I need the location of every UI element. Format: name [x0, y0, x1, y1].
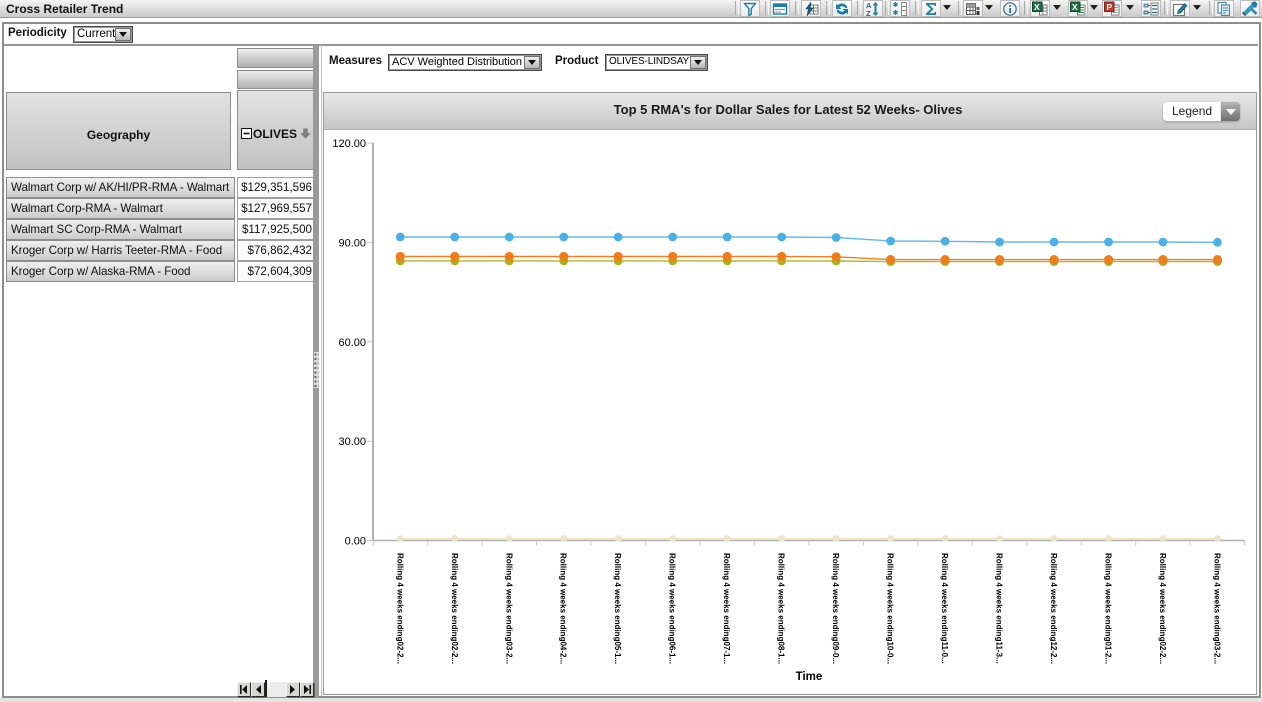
svg-text:120.00: 120.00 [332, 138, 366, 150]
svg-text:Rolling 4 weeks ending02-2...: Rolling 4 weeks ending02-2... [395, 553, 404, 664]
svg-text:Rolling 4 weeks ending05-1...: Rolling 4 weeks ending05-1... [613, 553, 622, 664]
svg-text:Rolling 4 weeks ending04-2...: Rolling 4 weeks ending04-2... [559, 553, 568, 664]
svg-text:Rolling 4 weeks ending08-1...: Rolling 4 weeks ending08-1... [777, 553, 786, 664]
svg-text:Rolling 4 weeks ending07-1...: Rolling 4 weeks ending07-1... [722, 553, 731, 664]
svg-text:Rolling 4 weeks ending11-3...: Rolling 4 weeks ending11-3... [995, 553, 1004, 664]
svg-text:Rolling 4 weeks ending03-2...: Rolling 4 weeks ending03-2... [504, 553, 513, 664]
svg-text:Rolling 4 weeks ending03-2...: Rolling 4 weeks ending03-2... [1213, 553, 1222, 664]
svg-text:X: X [1034, 2, 1040, 12]
svg-text:Rolling 4 weeks ending10-0...: Rolling 4 weeks ending10-0... [886, 553, 895, 664]
svg-text:Rolling 4 weeks ending02-2...: Rolling 4 weeks ending02-2... [1158, 553, 1167, 664]
svg-text:Rolling 4 weeks ending09-0...: Rolling 4 weeks ending09-0... [831, 553, 840, 664]
svg-text:60.00: 60.00 [338, 337, 366, 349]
svg-text:0.00: 0.00 [345, 536, 366, 548]
svg-text:Time: Time [796, 671, 823, 683]
svg-text:Z: Z [866, 9, 871, 17]
svg-text:Rolling 4 weeks ending06-1...: Rolling 4 weeks ending06-1... [668, 553, 677, 664]
svg-text:30.00: 30.00 [338, 436, 366, 448]
svg-text:Rolling 4 weeks ending11-0...: Rolling 4 weeks ending11-0... [940, 553, 949, 664]
svg-text:Rolling 4 weeks ending01-2...: Rolling 4 weeks ending01-2... [1104, 553, 1113, 664]
svg-text:Rolling 4 weeks ending12-2...: Rolling 4 weeks ending12-2... [1049, 553, 1058, 664]
svg-text:P: P [1107, 2, 1113, 12]
svg-text:90.00: 90.00 [338, 237, 366, 249]
svg-text:Rolling 4 weeks ending02-2...: Rolling 4 weeks ending02-2... [450, 553, 459, 664]
svg-text:X: X [1072, 2, 1078, 12]
